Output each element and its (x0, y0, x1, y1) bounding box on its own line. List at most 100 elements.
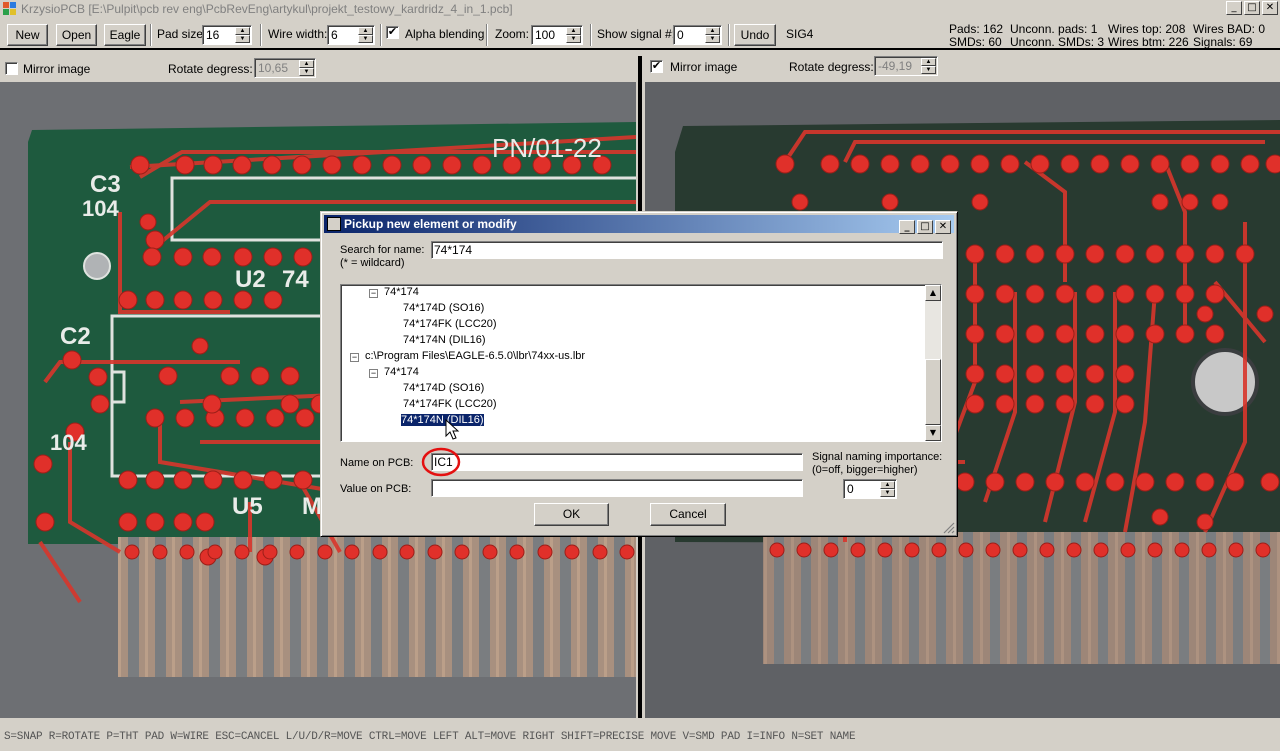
ok-button[interactable]: OK (534, 503, 609, 526)
left-mirror-label: Mirror image (23, 62, 91, 76)
resize-grip-icon[interactable] (943, 522, 955, 534)
up-arrow-icon[interactable]: ▲ (358, 27, 373, 35)
toolbar: New Open Eagle Pad size: 16 ▲ ▼ Wire widt… (0, 18, 1280, 50)
new-button[interactable]: New (7, 24, 48, 46)
tree-item[interactable]: 74*174 (384, 285, 419, 301)
tree-item[interactable]: 74*174D (SO16) (403, 301, 484, 317)
tree-scrollbar[interactable]: ▲ ▼ (925, 285, 941, 441)
silkscreen-m: M (302, 493, 322, 520)
value-on-pcb-input[interactable] (431, 479, 803, 497)
scroll-up-icon[interactable]: ▲ (925, 285, 941, 301)
silkscreen-u2: U2 (235, 266, 266, 293)
wire-width-stepper[interactable]: 6 ▲ ▼ (327, 25, 375, 45)
up-arrow-icon[interactable]: ▲ (566, 27, 581, 35)
eagle-button[interactable]: Eagle (104, 24, 146, 46)
pad-size-stepper[interactable]: 16 ▲ ▼ (202, 25, 252, 45)
zoom-label: Zoom: (495, 27, 530, 41)
collapse-icon[interactable]: − (369, 369, 378, 378)
down-arrow-icon[interactable]: ▼ (705, 35, 720, 43)
tree-item[interactable]: 74*174FK (LCC20) (403, 397, 497, 413)
importance-label: Signal naming importance: (812, 451, 943, 463)
name-on-pcb-label: Name on PCB: (340, 457, 414, 469)
silkscreen-104-top: 104 (82, 196, 119, 221)
signals-count: Signals: 69 (1193, 35, 1253, 49)
pad-size-label: Pad size: (157, 27, 207, 41)
show-signal-stepper[interactable]: 0 ▲ ▼ (673, 25, 722, 45)
left-mirror-checkbox[interactable] (5, 62, 18, 75)
right-rotate-stepper[interactable]: -49,19 ▲ ▼ (874, 56, 938, 76)
dialog-maximize-button[interactable]: □ (917, 220, 933, 234)
up-arrow-icon[interactable]: ▲ (880, 481, 895, 489)
dialog-close-button[interactable]: ✕ (935, 220, 951, 234)
dialog-title-bar[interactable]: Pickup new element or modify _ □ ✕ (324, 215, 954, 234)
red-circle-annotation (421, 447, 461, 477)
pad-stats: Pads: 162 SMDs: 60 (949, 23, 1003, 49)
zoom-stepper[interactable]: 100 ▲ ▼ (531, 25, 583, 45)
up-arrow-icon[interactable]: ▲ (921, 58, 936, 66)
silkscreen-c3: C3 (90, 171, 121, 198)
app-icon (3, 2, 17, 16)
wire-stats: Wires top: 208 Wires btm: 226 (1108, 23, 1189, 49)
dialog-app-icon (327, 217, 341, 231)
down-arrow-icon[interactable]: ▼ (921, 66, 936, 74)
unconn-smds-count: Unconn. SMDs: 3 (1010, 35, 1105, 49)
importance-stepper[interactable]: 0 ▲ ▼ (843, 479, 897, 499)
signal-stats: Wires BAD: 0 Signals: 69 (1193, 23, 1265, 49)
down-arrow-icon[interactable]: ▼ (566, 35, 581, 43)
tree-item[interactable]: c:\Program Files\EAGLE-6.5.0\lbr\74xx-us… (365, 349, 585, 365)
show-signal-label: Show signal #: (597, 27, 676, 41)
search-label: Search for name: (340, 244, 425, 256)
smds-count: SMDs: 60 (949, 35, 1002, 49)
importance-hint: (0=off, bigger=higher) (812, 464, 918, 476)
cancel-button[interactable]: Cancel (650, 503, 726, 526)
wires-btm-count: Wires btm: 226 (1108, 35, 1189, 49)
open-button[interactable]: Open (56, 24, 97, 46)
minimize-button[interactable]: _ (1226, 1, 1242, 15)
title-bar: KrzysioPCB [E:\Pulpit\pcb rev eng\PcbRev… (0, 0, 1280, 18)
left-rotate-label: Rotate degress: (168, 62, 253, 76)
up-arrow-icon[interactable]: ▲ (705, 27, 720, 35)
silkscreen-74: 74 (282, 266, 309, 293)
wire-width-label: Wire width: (268, 27, 328, 41)
alpha-blending-label: Alpha blending (405, 27, 485, 41)
name-on-pcb-input[interactable]: IC1 (431, 453, 803, 471)
tree-item[interactable]: 74*174FK (LCC20) (403, 317, 497, 333)
window-title: KrzysioPCB [E:\Pulpit\pcb rev eng\PcbRev… (21, 2, 513, 16)
right-mirror-label: Mirror image (670, 60, 738, 74)
pickup-element-dialog: Pickup new element or modify _ □ ✕ Searc… (320, 211, 958, 537)
tree-item[interactable]: 74*174D (SO16) (403, 381, 484, 397)
silkscreen-u5: U5 (232, 493, 263, 520)
down-arrow-icon[interactable]: ▼ (358, 35, 373, 43)
maximize-button[interactable]: □ (1244, 1, 1260, 15)
dialog-minimize-button[interactable]: _ (899, 220, 915, 234)
collapse-icon[interactable]: − (369, 289, 378, 298)
value-on-pcb-label: Value on PCB: (340, 483, 412, 495)
mouse-cursor-icon (445, 419, 460, 440)
tree-item[interactable]: 74*174N (DIL16) (403, 333, 486, 349)
search-input[interactable]: 74*174 (431, 241, 943, 259)
library-tree[interactable]: − 74*174 74*174D (SO16) 74*174FK (LCC20)… (340, 284, 942, 442)
dialog-title: Pickup new element or modify (344, 217, 517, 231)
undo-button[interactable]: Undo (734, 24, 776, 46)
alpha-blending-checkbox[interactable]: ✔ (386, 26, 399, 39)
silkscreen-c2: C2 (60, 323, 91, 350)
silkscreen-part-number: PN/01-22 (492, 133, 602, 163)
down-arrow-icon[interactable]: ▼ (235, 35, 250, 43)
search-hint: (* = wildcard) (340, 257, 405, 269)
tree-item-selected[interactable]: 74*174N (DIL16) (400, 413, 485, 429)
right-mirror-checkbox[interactable]: ✔ (650, 60, 663, 73)
up-arrow-icon[interactable]: ▲ (235, 27, 250, 35)
close-button[interactable]: ✕ (1262, 1, 1278, 15)
scroll-down-icon[interactable]: ▼ (925, 425, 941, 441)
down-arrow-icon[interactable]: ▼ (299, 68, 314, 76)
down-arrow-icon[interactable]: ▼ (880, 489, 895, 497)
scroll-thumb[interactable] (925, 359, 941, 425)
unconnected-stats: Unconn. pads: 1 Unconn. SMDs: 3 (1010, 23, 1104, 49)
tree-item[interactable]: 74*174 (384, 365, 419, 381)
silkscreen-104-bottom: 104 (50, 430, 87, 455)
up-arrow-icon[interactable]: ▲ (299, 60, 314, 68)
left-rotate-stepper[interactable]: 10,65 ▲ ▼ (254, 58, 316, 78)
right-rotate-label: Rotate degress: (789, 60, 874, 74)
status-bar: S=SNAP R=ROTATE P=THT PAD W=WIRE ESC=CAN… (4, 731, 856, 743)
collapse-icon[interactable]: − (350, 353, 359, 362)
